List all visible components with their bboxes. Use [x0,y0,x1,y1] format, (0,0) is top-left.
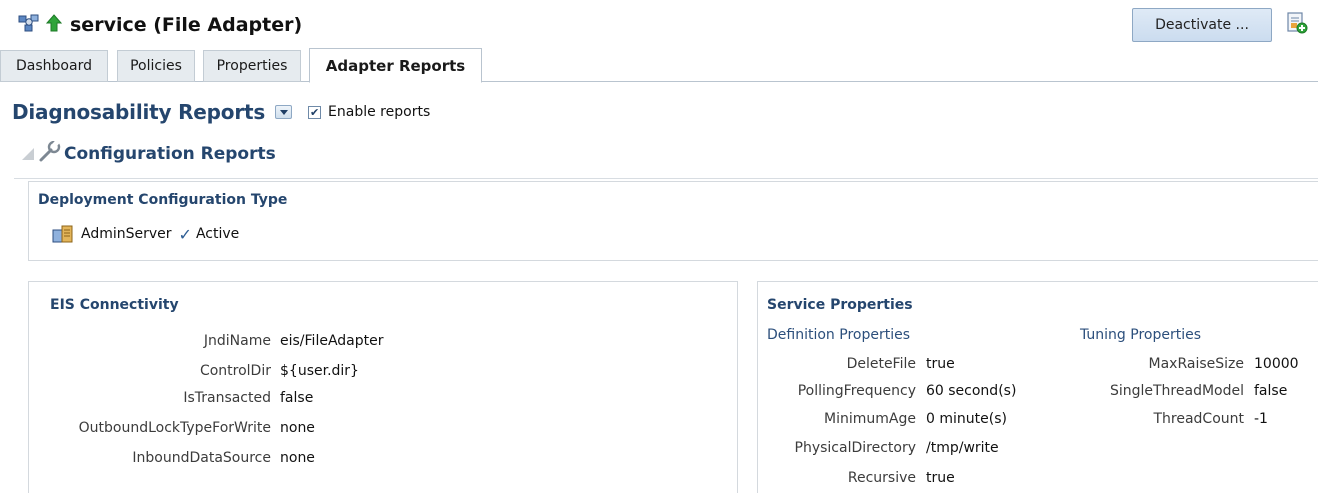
property-label: DeleteFile [846,356,916,372]
property-value: ${user.dir} [280,363,359,379]
tuning-row-singlethreadmodel: SingleThreadModel false [1080,381,1287,401]
tab-adapter-reports[interactable]: Adapter Reports [309,48,482,83]
definition-row-physicaldirectory: PhysicalDirectory /tmp/write [762,438,999,458]
deployment-status: Active [195,226,240,242]
eis-row-jndiname: JndiName eis/FileAdapter [30,331,384,351]
definition-properties-title: Definition Properties [767,327,910,343]
tab-bar: Dashboard Policies Properties Adapter Re… [0,48,1318,83]
property-value: 0 minute(s) [926,411,1007,427]
tuning-row-threadcount: ThreadCount -1 [1080,409,1268,429]
property-label: MinimumAge [824,411,916,427]
service-component-icon [18,13,40,37]
eis-row-istransacted: IsTransacted false [30,388,313,408]
property-label: IsTransacted [183,390,271,406]
property-label: SingleThreadModel [1109,383,1244,399]
deployment-server: AdminServer [81,226,172,242]
collapse-triangle-icon[interactable] [22,148,34,160]
property-label: MaxRaiseSize [1148,356,1244,372]
configuration-reports-title: Configuration Reports [64,144,276,164]
property-value: /tmp/write [926,440,999,456]
property-value: true [926,470,955,486]
eis-row-outboundlocktype: OutboundLockTypeForWrite none [30,418,315,438]
definition-row-minimumage: MinimumAge 0 minute(s) [762,409,1007,429]
eis-row-inbounddatasource: InboundDataSource none [30,448,315,468]
server-icon [52,224,81,244]
deactivate-button[interactable]: Deactivate ... [1132,8,1272,42]
property-label: OutboundLockTypeForWrite [78,420,271,436]
title-bar: service (File Adapter) [18,10,302,40]
diagnosability-title: Diagnosability Reports [12,100,266,124]
property-label: ControlDir [199,363,271,379]
property-value: eis/FileAdapter [280,333,384,349]
property-value: false [1254,383,1288,399]
deployment-title: Deployment Configuration Type [38,192,288,208]
checkmark-icon: ✓ [178,224,192,244]
export-icon[interactable] [1286,11,1308,39]
property-label: PollingFrequency [797,383,916,399]
definition-row-recursive: Recursive true [762,468,955,488]
tab-dashboard[interactable]: Dashboard [0,50,108,82]
tab-properties[interactable]: Properties [203,50,301,82]
chevron-down-icon[interactable] [275,105,293,119]
property-value: false [280,390,314,406]
property-label: JndiName [203,333,271,349]
tuning-properties-title: Tuning Properties [1080,327,1202,343]
property-label: InboundDataSource [132,450,271,466]
property-value: 60 second(s) [926,383,1017,399]
diagnosability-header: Diagnosability Reports ✔ Enable reports [12,98,430,126]
enable-reports-checkbox[interactable]: ✔ [308,105,322,119]
eis-row-controldir: ControlDir ${user.dir} [30,361,359,381]
up-arrow-icon [45,14,63,36]
tab-policies[interactable]: Policies [117,50,195,82]
tuning-row-maxraisesize: MaxRaiseSize 10000 [1080,354,1299,374]
deployment-server-line: AdminServer ✓ Active [52,222,239,246]
definition-row-deletefile: DeleteFile true [762,354,955,374]
page-title: service (File Adapter) [70,14,303,36]
eis-title: EIS Connectivity [50,297,179,313]
property-label: ThreadCount [1153,411,1244,427]
property-value: none [280,420,315,436]
property-value: none [280,450,315,466]
enable-reports-label: Enable reports [328,104,431,120]
definition-row-pollingfrequency: PollingFrequency 60 second(s) [762,381,1017,401]
section-divider [14,178,1318,179]
property-value: true [926,356,955,372]
property-value: 10000 [1254,356,1299,372]
configuration-reports-header[interactable]: Configuration Reports [22,140,276,167]
property-label: PhysicalDirectory [794,440,916,456]
service-title: Service Properties [767,297,913,313]
property-label: Recursive [847,470,916,486]
property-value: -1 [1254,411,1268,427]
wrench-icon [38,140,62,167]
